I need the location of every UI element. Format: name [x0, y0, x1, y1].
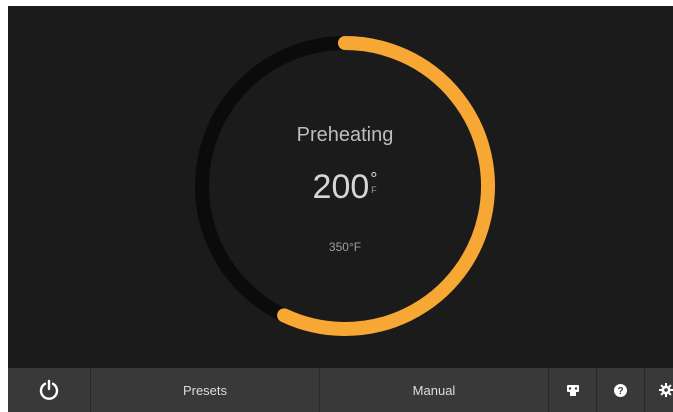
- current-temp-value: 200: [312, 168, 370, 206]
- bottom-toolbar: Presets Manual ?: [8, 368, 673, 412]
- current-temperature: 200 ° F: [245, 168, 445, 207]
- oven-settings-button[interactable]: [549, 368, 597, 412]
- manual-button[interactable]: Manual: [320, 368, 549, 412]
- gear-icon: [659, 383, 673, 397]
- unit-letter: F: [371, 185, 377, 195]
- presets-button[interactable]: Presets: [91, 368, 320, 412]
- temp-unit: ° F: [370, 168, 377, 195]
- help-icon: ?: [614, 383, 627, 397]
- svg-text:?: ?: [617, 386, 623, 397]
- status-label: Preheating: [296, 124, 394, 146]
- help-button[interactable]: ?: [597, 368, 645, 412]
- oven-screen: Preheating 200°F 350°F Presets Manual: [8, 6, 673, 412]
- power-icon: [38, 379, 60, 401]
- power-button[interactable]: [8, 368, 91, 412]
- oven-settings-icon: [566, 383, 580, 397]
- settings-button[interactable]: [645, 368, 673, 412]
- target-temperature: 350°F: [328, 240, 362, 254]
